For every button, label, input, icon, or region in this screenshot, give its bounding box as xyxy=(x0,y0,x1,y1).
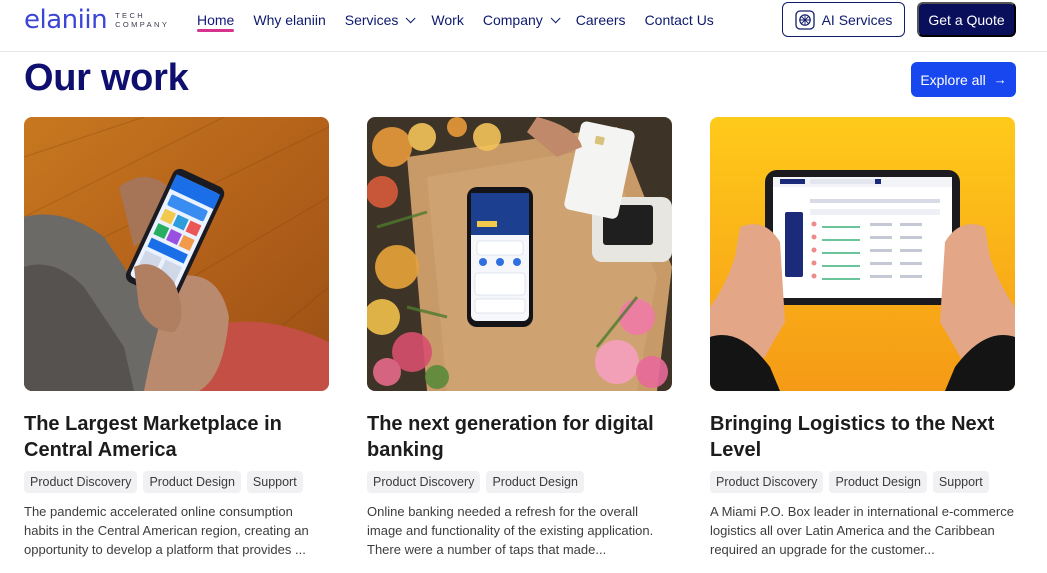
nav-item-label: Company xyxy=(482,12,543,28)
nav-item-careers[interactable]: Careers xyxy=(576,0,626,40)
tag-list: Product Discovery Product Design xyxy=(367,471,672,493)
ai-services-button[interactable]: AI Services xyxy=(782,2,905,37)
tag: Product Discovery xyxy=(367,471,481,493)
tag-list: Product Discovery Product Design Support xyxy=(710,471,1015,493)
explore-all-label: Explore all xyxy=(920,71,986,88)
card-title[interactable]: Bringing Logistics to the Next Level xyxy=(710,411,1015,463)
nav-item-label: Contact Us xyxy=(644,12,714,28)
tag: Product Discovery xyxy=(24,471,138,493)
tag: Product Discovery xyxy=(710,471,824,493)
card-title[interactable]: The Largest Marketplace in Central Ameri… xyxy=(24,411,329,463)
ai-services-label: AI Services xyxy=(821,11,893,28)
get-quote-label: Get a Quote xyxy=(928,11,1005,28)
top-navbar: elaniin TECH COMPANY Home Why elaniin Se… xyxy=(0,0,1047,52)
nav-item-label: Why elaniin xyxy=(253,12,326,28)
brand-logo[interactable]: elaniin TECH COMPANY xyxy=(24,7,175,33)
section-title: Our work xyxy=(24,57,189,99)
tag-list: Product Discovery Product Design Support xyxy=(24,471,329,493)
card-image-marketplace[interactable] xyxy=(24,117,329,391)
nav-item-home[interactable]: Home xyxy=(197,0,235,40)
card-description: The pandemic accelerated online consumpt… xyxy=(24,504,309,557)
work-card-digital-banking[interactable]: The next generation for digital banking … xyxy=(367,117,672,559)
card-description: A Miami P.O. Box leader in international… xyxy=(710,504,1014,557)
work-card-logistics[interactable]: Bringing Logistics to the Next Level Pro… xyxy=(710,117,1015,559)
chevron-down-icon xyxy=(406,12,416,23)
card-image-digital-banking[interactable] xyxy=(367,117,672,391)
nav-item-contact-us[interactable]: Contact Us xyxy=(645,0,714,40)
work-card-marketplace[interactable]: The Largest Marketplace in Central Ameri… xyxy=(24,117,329,559)
brand-tagline: TECH COMPANY xyxy=(115,11,170,29)
card-description: Online banking needed a refresh for the … xyxy=(367,504,654,557)
brand-name: elaniin xyxy=(24,5,108,35)
nav-item-work[interactable]: Work xyxy=(431,0,463,40)
chevron-down-icon xyxy=(550,12,561,23)
nav-item-label: Home xyxy=(197,12,235,28)
explore-all-button[interactable]: Explore all → xyxy=(911,62,1016,97)
tag: Product Design xyxy=(143,471,241,493)
get-quote-button[interactable]: Get a Quote xyxy=(917,2,1016,37)
nav-item-why-elaniin[interactable]: Why elaniin xyxy=(253,0,325,40)
nav-item-company[interactable]: Company xyxy=(482,0,561,40)
nav-item-label: Services xyxy=(344,12,399,28)
arrow-right-icon: → xyxy=(993,72,1007,87)
nav-item-label: Work xyxy=(431,12,464,28)
nav-item-label: Careers xyxy=(575,12,626,28)
nav-item-services[interactable]: Services xyxy=(344,0,416,40)
tag: Product Design xyxy=(486,471,584,493)
tag: Support xyxy=(932,471,989,493)
tag: Support xyxy=(246,471,303,493)
card-image-logistics[interactable] xyxy=(710,117,1015,391)
card-title[interactable]: The next generation for digital banking xyxy=(367,411,672,463)
tag: Product Design xyxy=(829,471,927,493)
main-nav: Home Why elaniin Services Work Company C… xyxy=(197,0,733,40)
ai-sparkle-icon xyxy=(794,9,815,30)
